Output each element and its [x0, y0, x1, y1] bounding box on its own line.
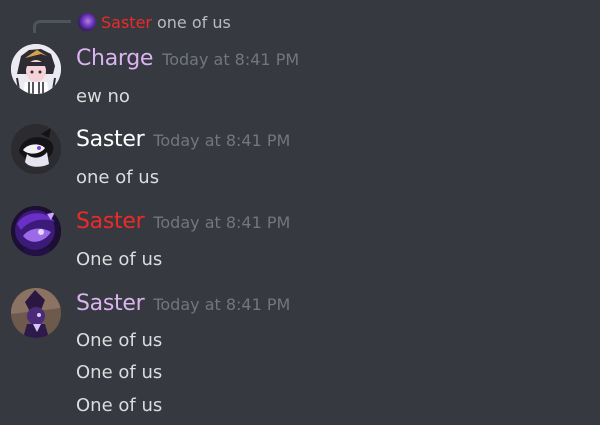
- avatar[interactable]: [11, 288, 61, 338]
- message-content: One of us: [76, 249, 163, 270]
- reply-text[interactable]: one of us: [157, 13, 231, 32]
- avatar[interactable]: [11, 206, 61, 256]
- message-author[interactable]: Saster: [76, 209, 145, 234]
- reply-preview[interactable]: Saster one of us: [78, 11, 231, 33]
- message-content: One of us: [76, 395, 163, 416]
- message-content: one of us: [76, 167, 160, 188]
- reply-avatar[interactable]: [78, 13, 96, 31]
- chat-messages: Saster one of us Charge Today at 8:41 PM…: [0, 0, 600, 425]
- message-content: One of us: [76, 330, 163, 351]
- message-author[interactable]: Saster: [76, 127, 145, 152]
- message-timestamp[interactable]: Today at 8:41 PM: [153, 131, 290, 150]
- avatar-saster-purple-image: [11, 206, 61, 256]
- message-author[interactable]: Charge: [76, 46, 153, 71]
- avatar-charge-image: [11, 44, 61, 94]
- avatar-saster-white-image: [11, 124, 61, 174]
- avatar[interactable]: [11, 124, 61, 174]
- avatar-saster-hat-image: [11, 288, 61, 338]
- message-timestamp[interactable]: Today at 8:41 PM: [153, 295, 290, 314]
- reply-author[interactable]: Saster: [101, 13, 152, 32]
- message-author[interactable]: Saster: [76, 291, 145, 316]
- message-timestamp[interactable]: Today at 8:41 PM: [162, 50, 299, 69]
- avatar[interactable]: [11, 44, 61, 94]
- reply-spine: [33, 20, 71, 33]
- message-timestamp[interactable]: Today at 8:41 PM: [153, 213, 290, 232]
- message-content: One of us: [76, 362, 163, 383]
- message-content: ew no: [76, 86, 130, 107]
